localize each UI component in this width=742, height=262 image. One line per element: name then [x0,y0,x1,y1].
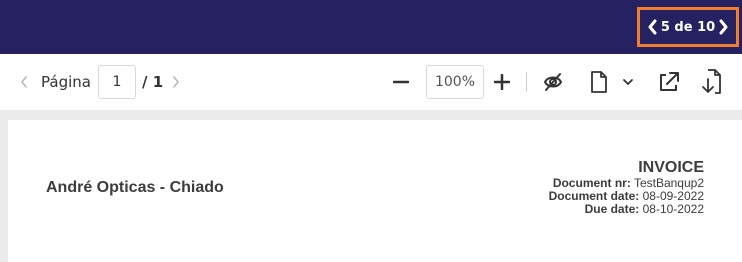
row-label: Due date: [584,202,640,216]
download-document-icon [702,69,721,94]
zoom-in-icon [494,74,510,90]
chevron-left-icon [648,19,657,35]
document-icon [591,71,607,93]
zoom-in-button[interactable] [491,70,513,94]
pdf-toolbar: Página / 1 [0,54,742,110]
chevron-down-icon [623,79,633,86]
next-document-button[interactable] [717,18,731,36]
zoom-out-button[interactable] [390,70,412,94]
document-counter: 5 de 10 [660,19,716,35]
invoice-title: INVOICE [638,159,704,176]
row-value: 08-09-2022 [642,189,704,203]
page-number-input[interactable] [98,65,136,99]
zoom-out-icon [393,80,409,84]
company-name: André Opticas - Chiado [46,179,224,196]
row-value: TestBanqup2 [633,176,704,190]
chevron-right-icon [719,19,728,35]
toolbar-divider [526,72,527,92]
chevron-right-icon [173,76,179,88]
chevron-left-icon [21,76,27,88]
page-total: / 1 [142,73,164,91]
download-document-button[interactable] [697,67,725,97]
document-pager: 5 de 10 [637,7,739,47]
page-label: Página [41,73,91,91]
next-page-button[interactable] [170,74,182,90]
invoice-header: INVOICE Document nr: TestBanqup2 Documen… [549,159,704,216]
open-external-button[interactable] [655,68,683,96]
previous-document-button[interactable] [645,18,659,36]
zoom-input[interactable] [426,65,484,99]
open-external-icon [660,72,679,91]
previous-page-button[interactable] [18,74,30,90]
document-menu-toggle[interactable] [620,74,636,90]
due-date-row: Due date: 08-10-2022 [549,203,704,216]
document-page: André Opticas - Chiado INVOICE Document … [8,120,742,262]
top-bar: 5 de 10 [0,0,742,54]
row-label: Document date: [548,189,640,203]
hide-annotations-icon [543,73,563,91]
row-label: Document nr: [552,176,631,190]
document-type-button[interactable] [588,68,610,96]
row-value: 08-10-2022 [642,202,704,216]
toggle-annotations-button[interactable] [540,69,566,95]
